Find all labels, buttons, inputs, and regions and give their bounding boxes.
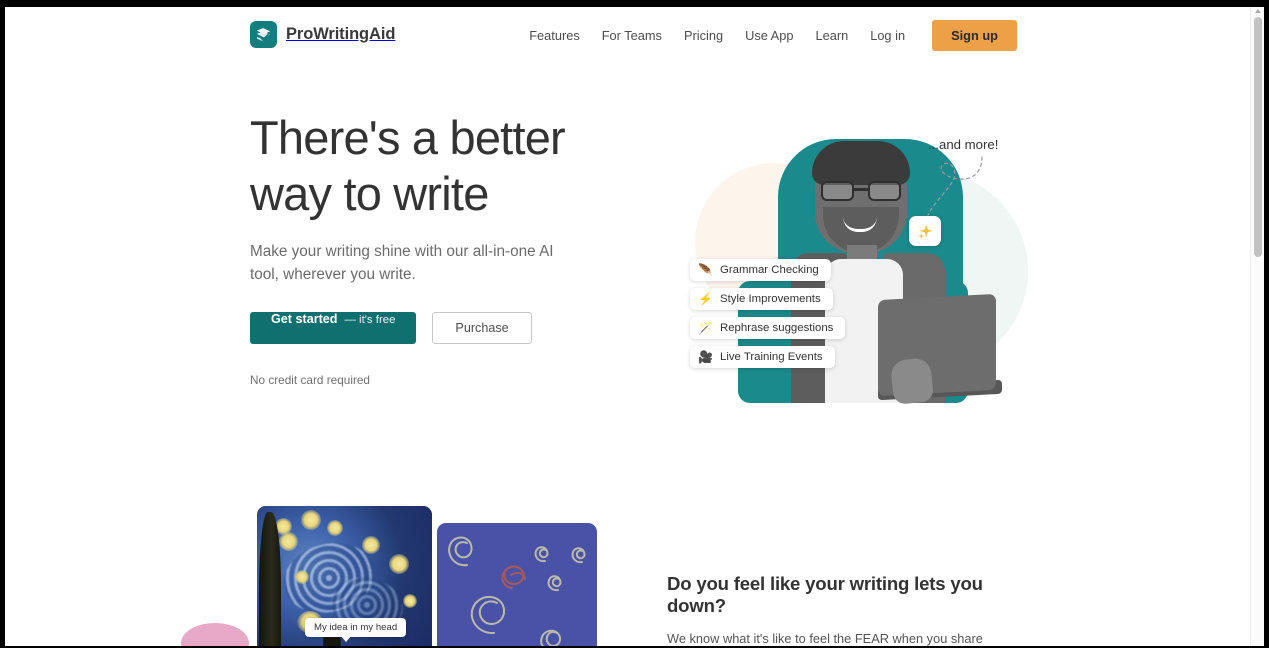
nav-item-features[interactable]: Features xyxy=(518,21,591,50)
main-navigation: Features For Teams Pricing Use App Learn… xyxy=(518,20,1017,51)
brand-logo-link[interactable]: ProWritingAid xyxy=(250,21,395,48)
nav-item-for-teams[interactable]: For Teams xyxy=(591,21,673,50)
star xyxy=(389,554,409,574)
hero-copy-block: There's a better way to write Make your … xyxy=(250,110,610,387)
lower-copy-block: Do you feel like your writing lets you d… xyxy=(667,573,1012,646)
starry-night-image-card: My idea in my head xyxy=(257,506,432,646)
star xyxy=(362,536,380,554)
browser-viewport: ProWritingAid Features For Teams Pricing… xyxy=(5,7,1264,646)
feature-chip-rephrase-suggestions[interactable]: 🪄 Rephrase suggestions xyxy=(690,317,846,339)
video-camera-icon: 🎥 xyxy=(698,350,713,364)
hero-subtitle: Make your writing shine with our all-in-… xyxy=(250,243,554,283)
star xyxy=(295,570,309,584)
writing-problem-section: My idea in my head Do you feel like your… xyxy=(5,483,1250,646)
eyeglasses-icon xyxy=(819,181,905,201)
scroll-up-arrow-icon[interactable] xyxy=(1255,9,1261,13)
brand-name-text: ProWritingAid xyxy=(286,25,396,43)
lightning-bolt-icon: ⚡ xyxy=(698,292,713,306)
doodle-card xyxy=(437,523,597,646)
feature-chip-grammar-checking[interactable]: 🪶 Grammar Checking xyxy=(690,259,831,281)
person-hand xyxy=(889,357,935,405)
get-started-button[interactable]: Get started — it's free xyxy=(250,312,417,344)
feature-chip-list: 🪶 Grammar Checking ⚡ Style Improvements … xyxy=(690,259,875,375)
feature-chip-live-training-events[interactable]: 🎥 Live Training Events xyxy=(690,346,835,368)
get-started-label: Get started xyxy=(271,312,338,326)
feature-chip-style-improvements[interactable]: ⚡ Style Improvements xyxy=(690,288,833,310)
section-heading: Do you feel like your writing lets you d… xyxy=(667,573,983,616)
nav-item-learn[interactable]: Learn xyxy=(804,21,859,50)
purchase-button[interactable]: Purchase xyxy=(432,312,532,344)
no-credit-card-note: No credit card required xyxy=(250,373,370,387)
feature-chip-label: Live Training Events xyxy=(720,351,823,363)
scrollbar-thumb[interactable] xyxy=(1254,17,1262,257)
star xyxy=(327,520,343,536)
hero-section: There's a better way to write Make your … xyxy=(5,63,1250,483)
nav-item-log-in[interactable]: Log in xyxy=(859,21,916,50)
site-header: ProWritingAid Features For Teams Pricing… xyxy=(5,7,1250,63)
feature-chip-label: Rephrase suggestions xyxy=(720,322,834,334)
person-hair xyxy=(812,141,910,185)
vertical-scrollbar[interactable] xyxy=(1250,7,1264,646)
cypress-tree xyxy=(259,512,281,646)
magic-wand-icon: 🪄 xyxy=(698,321,713,335)
get-started-suffix: — it's free xyxy=(344,314,396,326)
webpage: ProWritingAid Features For Teams Pricing… xyxy=(5,7,1250,646)
painting-caption-tooltip: My idea in my head xyxy=(305,618,407,642)
hero-cta-group: Get started — it's free Purchase xyxy=(250,312,610,344)
page-title: There's a better way to write xyxy=(250,111,566,220)
decorative-pink-blob xyxy=(181,623,249,646)
feature-chip-label: Grammar Checking xyxy=(720,264,819,276)
prowritingaid-logo-icon xyxy=(250,21,277,48)
feature-chip-label: Style Improvements xyxy=(720,293,821,305)
sign-up-button[interactable]: Sign up xyxy=(932,20,1017,51)
nav-item-pricing[interactable]: Pricing xyxy=(673,21,734,50)
section-body-text: We know what it's like to feel the FEAR … xyxy=(667,631,983,646)
browser-frame: ProWritingAid Features For Teams Pricing… xyxy=(0,0,1269,648)
feather-quill-icon: 🪶 xyxy=(698,263,713,277)
nav-item-use-app[interactable]: Use App xyxy=(734,21,804,50)
sparkle-badge xyxy=(909,216,941,246)
spiral-doodles xyxy=(448,536,586,646)
and-more-label: ...and more! xyxy=(928,137,999,152)
hero-illustration: 🪶 Grammar Checking ⚡ Style Improvements … xyxy=(660,101,1030,451)
star xyxy=(403,594,417,608)
star xyxy=(301,510,321,530)
star xyxy=(279,532,298,551)
